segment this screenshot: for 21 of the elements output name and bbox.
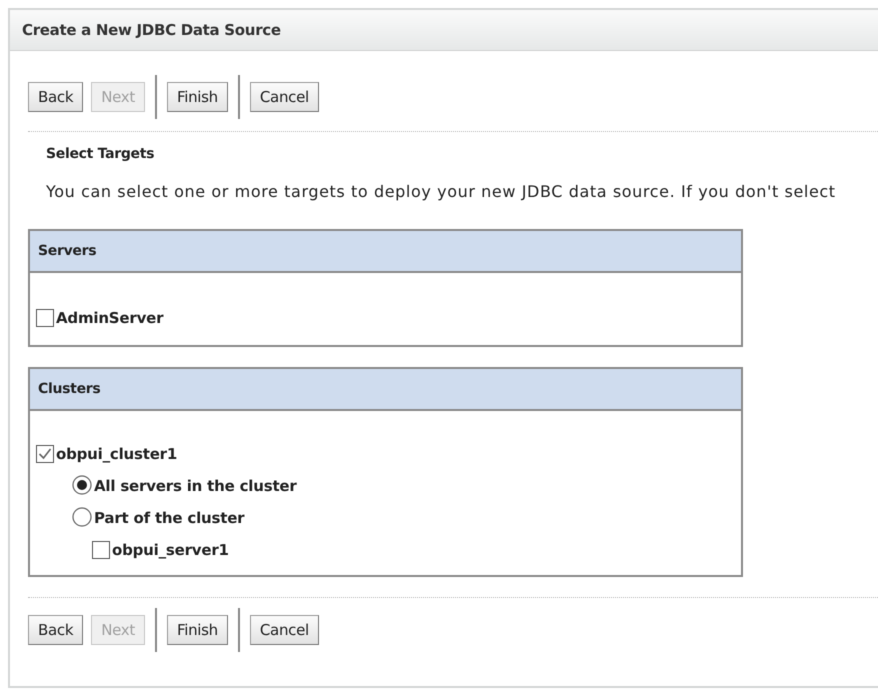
panel-heading: Servers: [30, 231, 741, 273]
checkbox-label: obpui_server1: [112, 541, 229, 559]
checkbox-label: AdminServer: [56, 309, 164, 327]
wizard-button[interactable]: Cancel: [250, 82, 319, 112]
wizard-button[interactable]: Finish: [166, 615, 228, 645]
checkbox-label: obpui_cluster1: [56, 445, 178, 463]
panel-heading: Clusters: [30, 369, 741, 411]
wizard-button[interactable]: Back: [28, 82, 84, 112]
wizard-button[interactable]: Finish: [166, 82, 228, 112]
description-text: You can select one or more targets to deploy your new JDBC data source. If you don't select: [46, 182, 837, 201]
radio-button[interactable]: [72, 475, 92, 495]
checkbox[interactable]: [92, 541, 110, 559]
radio-label: All servers in the cluster: [94, 477, 297, 495]
radio-label: Part of the cluster: [94, 509, 244, 527]
checkbox[interactable]: [36, 445, 54, 463]
panel-title: Create a New JDBC Data Source: [10, 10, 878, 51]
section-title: Select Targets: [46, 146, 156, 162]
wizard-button[interactable]: Cancel: [250, 615, 319, 645]
checkbox[interactable]: [36, 309, 54, 327]
radio-button[interactable]: [72, 507, 92, 527]
wizard-button[interactable]: Back: [28, 615, 84, 645]
